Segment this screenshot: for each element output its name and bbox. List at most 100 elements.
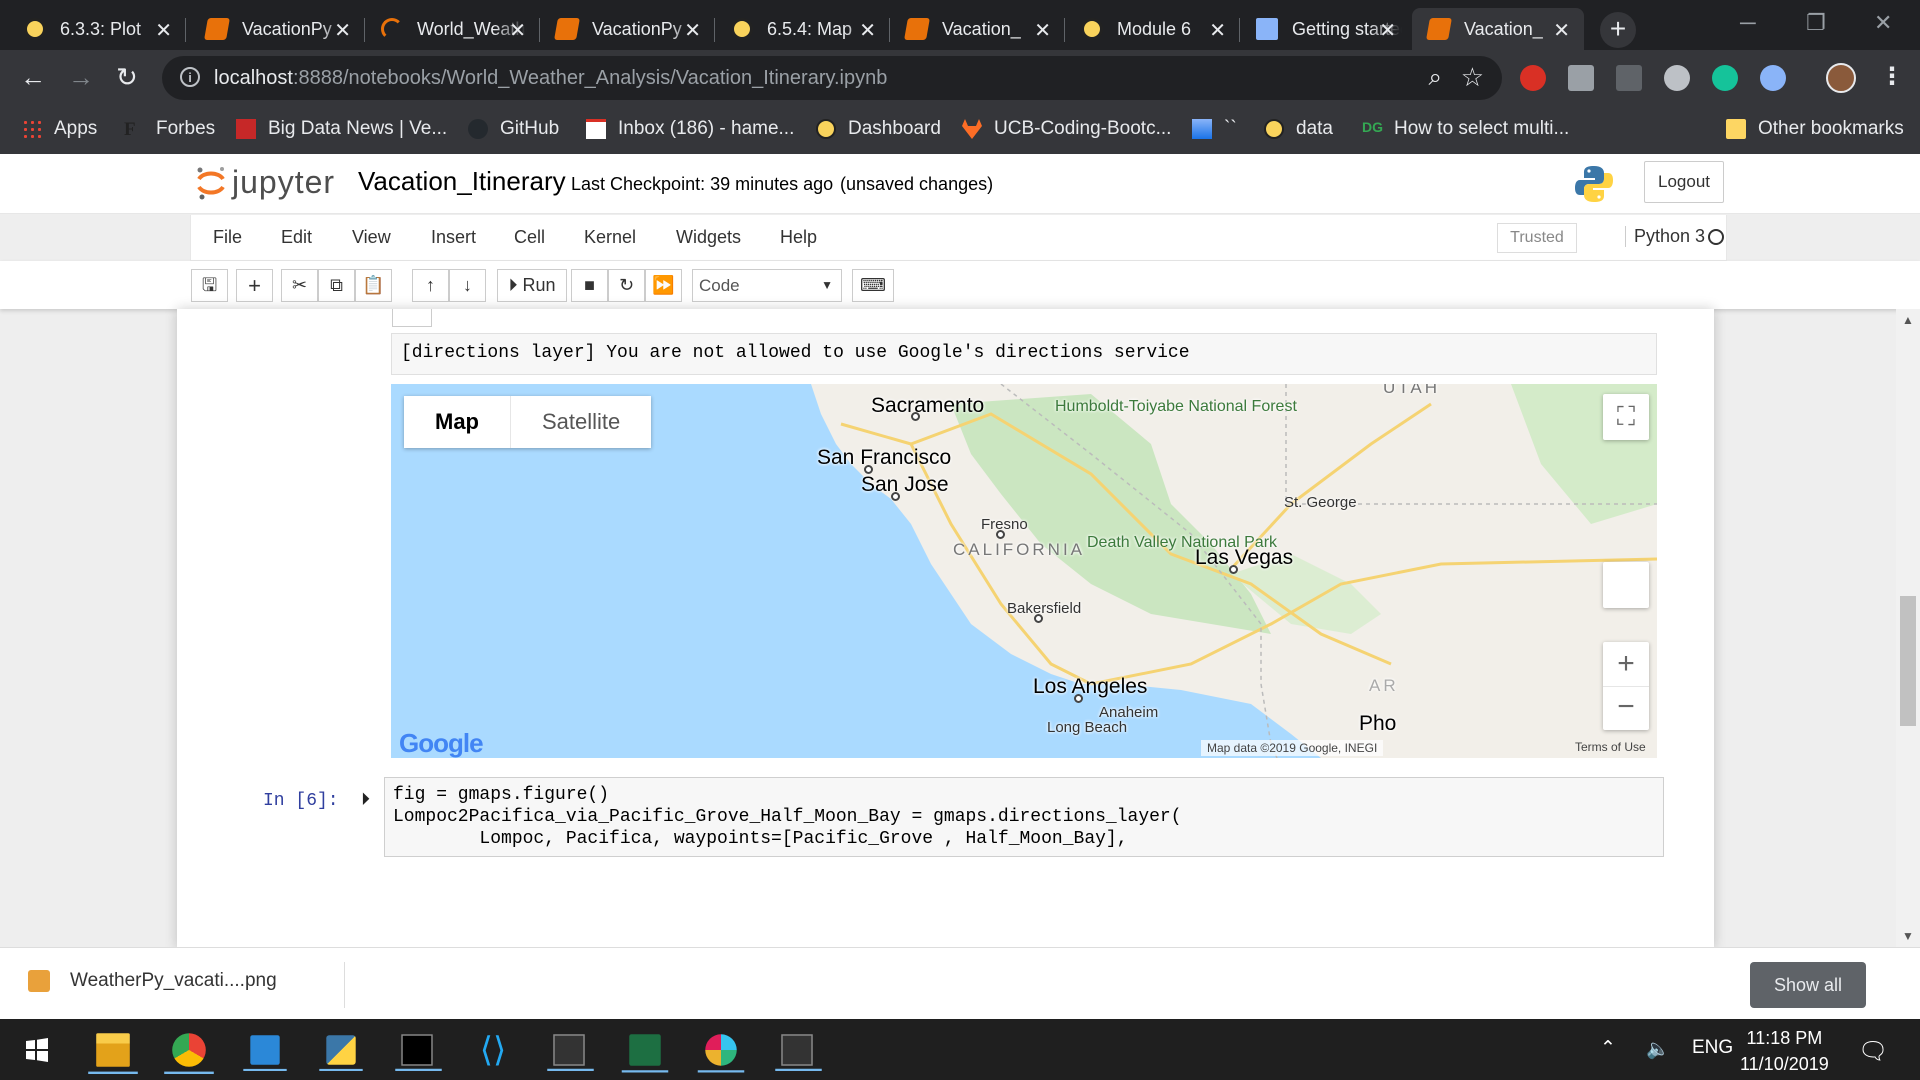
url-text[interactable]: localhost:8888/notebooks/World_Weather_A… — [214, 67, 887, 90]
tab-4[interactable]: VacationPy ✕ — [540, 8, 715, 50]
jupyter-logo[interactable]: jupyter — [196, 164, 335, 201]
download-item[interactable]: WeatherPy_vacati....png — [28, 970, 277, 992]
cut-icon[interactable]: ✂ — [281, 269, 318, 302]
scroll-up-icon[interactable]: ▲ — [1902, 313, 1914, 327]
tab-7[interactable]: Module 6 ✕ — [1065, 8, 1240, 50]
close-window-icon[interactable]: ✕ — [1874, 10, 1892, 36]
zoom-icon[interactable]: ⌕ — [1429, 64, 1442, 92]
menu-help[interactable]: Help — [780, 227, 817, 248]
page-scrollbar[interactable]: ▲ ▼ — [1896, 309, 1920, 947]
menu-kebab-icon[interactable]: ⋮ — [1880, 62, 1904, 91]
extension-blue-icon[interactable] — [1760, 65, 1786, 91]
zoom-out-button[interactable]: − — [1603, 686, 1649, 730]
bookmark-howto[interactable]: DG How to select multi... — [1362, 118, 1569, 140]
close-tab-icon[interactable]: ✕ — [334, 18, 351, 43]
street-view-button[interactable] — [1603, 562, 1649, 608]
run-button[interactable]: ⏵ Run — [497, 269, 567, 302]
google-logo[interactable]: Google — [399, 728, 484, 758]
restore-icon[interactable]: ❐ — [1806, 10, 1826, 36]
fullscreen-icon[interactable]: ⛶ — [1603, 394, 1649, 440]
terminal-3-icon[interactable] — [775, 1034, 822, 1071]
tab-8[interactable]: Getting started ✕ — [1240, 8, 1410, 50]
system-clock[interactable]: 11:18 PM 11/10/2019 — [1740, 1025, 1829, 1077]
menu-cell[interactable]: Cell — [514, 227, 545, 248]
bookmark-data[interactable]: data — [1264, 118, 1333, 140]
map-type-map-button[interactable]: Map — [404, 396, 510, 448]
extension-circle-icon[interactable] — [1664, 65, 1690, 91]
tab-active[interactable]: Vacation_ ✕ — [1412, 8, 1584, 50]
move-up-icon[interactable]: ↑ — [412, 269, 449, 302]
menu-edit[interactable]: Edit — [281, 227, 312, 248]
move-down-icon[interactable]: ↓ — [449, 269, 486, 302]
python-icon[interactable] — [319, 1035, 363, 1071]
stop-icon[interactable]: ■ — [571, 269, 608, 302]
extension-g-icon[interactable] — [1616, 65, 1642, 91]
copy-icon[interactable]: ⧉ — [318, 269, 355, 302]
bookmark-apps[interactable]: Apps — [22, 118, 97, 140]
close-tab-icon[interactable]: ✕ — [1553, 18, 1570, 43]
notebook-name[interactable]: Vacation_Itinerary — [358, 166, 566, 197]
excel-icon[interactable] — [621, 1034, 669, 1073]
tab-1[interactable]: 6.3.3: Plot ✕ — [8, 8, 186, 50]
fast-forward-icon[interactable]: ⏩ — [645, 269, 682, 302]
zoom-in-button[interactable]: + — [1603, 642, 1649, 686]
extension-drive-icon[interactable] — [1568, 65, 1594, 91]
menu-kernel[interactable]: Kernel — [584, 227, 636, 248]
volume-icon[interactable]: 🔈 — [1646, 1037, 1670, 1061]
bookmark-other[interactable]: Other bookmarks — [1726, 118, 1904, 140]
menu-view[interactable]: View — [352, 227, 391, 248]
bookmark-github[interactable]: GitHub — [468, 118, 559, 140]
new-tab-button[interactable]: + — [1600, 12, 1636, 48]
terms-of-use-link[interactable]: Terms of Use — [1575, 740, 1646, 754]
add-cell-icon[interactable]: + — [236, 269, 273, 302]
close-tab-icon[interactable]: ✕ — [1209, 18, 1226, 43]
code-editor[interactable]: fig = gmaps.figure() Lompoc2Pacifica_via_… — [384, 777, 1664, 857]
terminal-2-icon[interactable] — [547, 1034, 594, 1071]
minimize-icon[interactable]: ─ — [1740, 10, 1756, 36]
scroll-thumb[interactable] — [1900, 596, 1916, 726]
bookmark-blank[interactable]: `` — [1192, 118, 1237, 140]
close-tab-icon[interactable]: ✕ — [1034, 18, 1051, 43]
reload-icon[interactable]: ↻ — [116, 62, 138, 93]
bookmark-forbes[interactable]: F Forbes — [124, 118, 215, 140]
paste-icon[interactable]: 📋 — [355, 269, 392, 302]
info-icon[interactable]: i — [180, 67, 200, 87]
google-map[interactable]: Map Satellite ⛶ + − UTAH Sacramento San … — [391, 384, 1657, 758]
close-tab-icon[interactable]: ✕ — [684, 18, 701, 43]
logout-button[interactable]: Logout — [1644, 161, 1724, 203]
address-bar[interactable]: i localhost:8888/notebooks/World_Weather… — [162, 56, 1502, 100]
bookmark-ucb[interactable]: UCB-Coding-Bootc... — [962, 118, 1171, 140]
tab-5[interactable]: 6.5.4: Map ✕ — [715, 8, 890, 50]
windows-start-icon[interactable] — [16, 1029, 58, 1071]
close-tab-icon[interactable]: ✕ — [859, 18, 876, 43]
menu-insert[interactable]: Insert — [431, 227, 476, 248]
outlook-icon[interactable] — [243, 1035, 287, 1071]
menu-widgets[interactable]: Widgets — [676, 227, 741, 248]
close-tab-icon[interactable]: ✕ — [509, 18, 526, 43]
cell-type-select[interactable]: Code ▼ — [692, 269, 842, 302]
bookmark-inbox[interactable]: Inbox (186) - hame... — [586, 118, 794, 140]
close-tab-icon[interactable]: ✕ — [1379, 18, 1396, 43]
output-collapse-icon[interactable] — [392, 309, 432, 327]
bookmark-dashboard[interactable]: Dashboard — [816, 118, 941, 140]
bookmark-star-icon[interactable]: ☆ — [1461, 62, 1484, 93]
tab-6[interactable]: Vacation_ ✕ — [890, 8, 1065, 50]
extension-stop-icon[interactable] — [1520, 65, 1546, 91]
menu-file[interactable]: File — [213, 227, 242, 248]
close-tab-icon[interactable]: ✕ — [155, 18, 172, 43]
forward-arrow-icon[interactable]: → — [68, 62, 94, 93]
show-all-button[interactable]: Show all — [1750, 962, 1866, 1008]
bookmark-bigdata[interactable]: Big Data News | Ve... — [236, 118, 447, 140]
restart-icon[interactable]: ↻ — [608, 269, 645, 302]
tab-2[interactable]: VacationPy ✕ — [190, 8, 365, 50]
run-cell-icon[interactable]: ⏵ — [361, 789, 370, 810]
chrome-icon[interactable] — [164, 1033, 214, 1075]
slack-icon[interactable] — [697, 1034, 745, 1073]
keyboard-icon[interactable]: ⌨ — [852, 269, 894, 302]
profile-avatar[interactable] — [1826, 63, 1856, 93]
file-explorer-icon[interactable] — [88, 1033, 138, 1075]
language-indicator[interactable]: ENG — [1692, 1037, 1733, 1059]
map-type-satellite-button[interactable]: Satellite — [510, 396, 651, 448]
back-arrow-icon[interactable]: ← — [20, 62, 46, 93]
tray-chevron-icon[interactable]: ⌃ — [1600, 1037, 1616, 1060]
